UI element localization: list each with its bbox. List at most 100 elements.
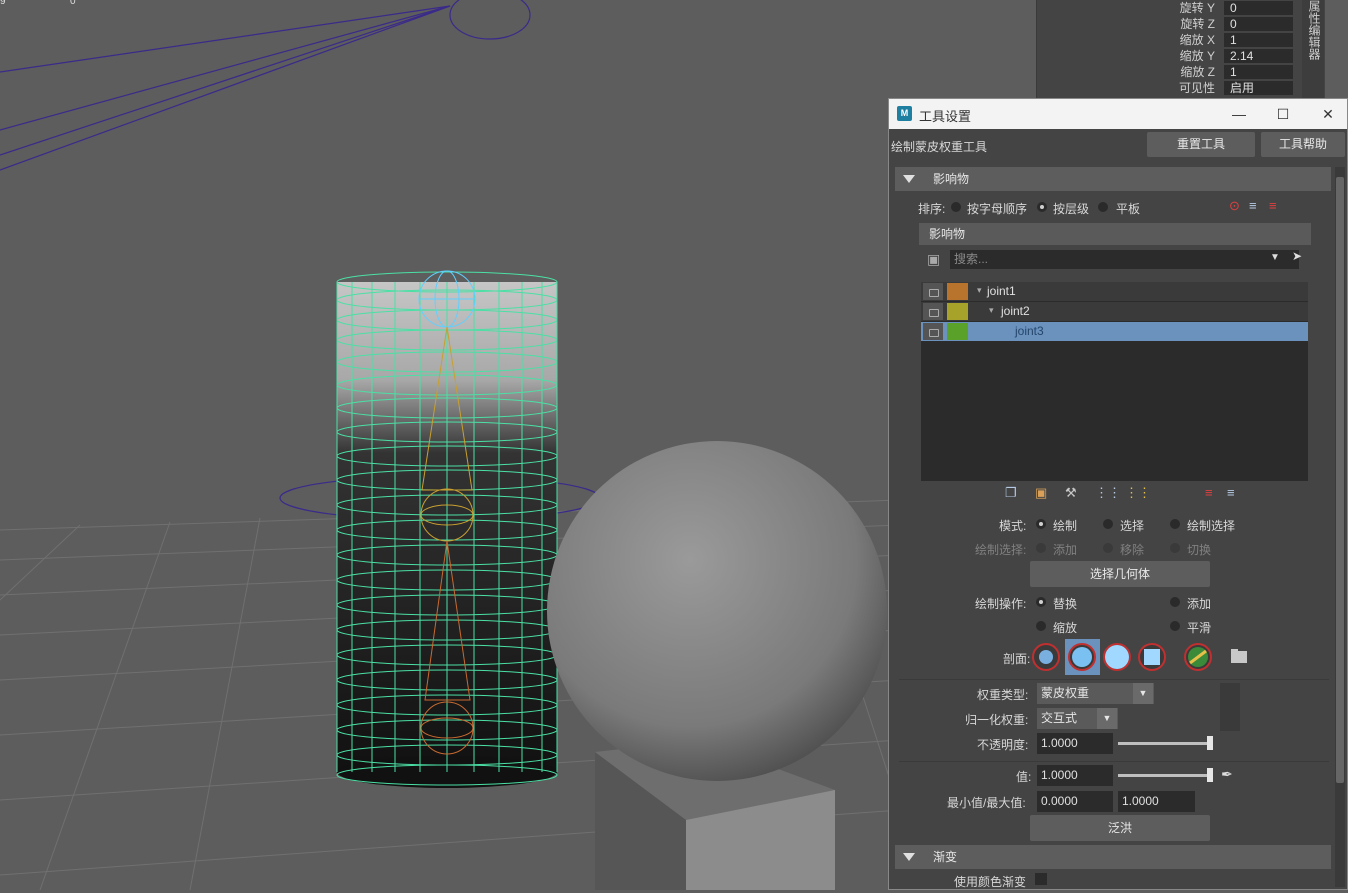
copy-weights-icon[interactable]: ❐ xyxy=(1005,485,1017,501)
attr-value-field[interactable]: 1 xyxy=(1221,33,1293,47)
paint-op-scale-radio[interactable] xyxy=(1036,621,1046,631)
sort-alphabetical-label: 按字母顺序 xyxy=(967,202,1028,216)
expand-triangle-icon[interactable]: ▾ xyxy=(977,285,982,296)
opacity-input[interactable]: 1.0000 xyxy=(1037,733,1113,754)
mode-paint-select-label: 绘制选择 xyxy=(1187,519,1236,533)
normalize-weights-dropdown[interactable]: 交互式 ▼ xyxy=(1037,708,1118,729)
attr-value-field[interactable]: 启用 xyxy=(1221,81,1293,95)
attr-value-field[interactable]: 2.14 xyxy=(1221,49,1293,63)
sort-hierarchy-radio[interactable] xyxy=(1037,202,1047,212)
select-geometry-button[interactable]: 选择几何体 xyxy=(1030,561,1210,587)
pin-icon[interactable]: ➤ xyxy=(1292,249,1302,263)
list-item[interactable]: ▾ joint1 xyxy=(921,282,1308,301)
reset-tool-button[interactable]: 重置工具 xyxy=(1147,132,1255,157)
influences-list-header: 影响物 xyxy=(919,223,1311,245)
influence-color-swatch[interactable] xyxy=(947,303,968,320)
mode-paint-radio[interactable] xyxy=(1036,519,1046,529)
sort-flat-radio[interactable] xyxy=(1098,202,1108,212)
paint-op-replace-radio[interactable] xyxy=(1036,597,1046,607)
value-slider-handle[interactable] xyxy=(1207,768,1213,782)
influence-name: joint3 xyxy=(1015,324,1044,338)
paint-op-replace-label: 替换 xyxy=(1053,597,1078,611)
soft-brush-icon xyxy=(1068,643,1096,671)
gradient-section-header[interactable]: 渐变 xyxy=(895,845,1331,869)
min-max-label: 最小值/最大值: xyxy=(947,796,1026,810)
attr-scale-y[interactable]: 缩放 Y 2.14 xyxy=(1037,48,1325,64)
max-value-input[interactable]: 1.0000 xyxy=(1118,791,1195,812)
move-weights-icon[interactable]: ⋮⋮ xyxy=(1095,485,1121,501)
influence-color-swatch[interactable] xyxy=(947,283,968,300)
minimize-icon[interactable]: — xyxy=(1219,103,1259,125)
use-color-ramp-label: 使用颜色渐变 xyxy=(954,875,1027,889)
window-scrollbar[interactable] xyxy=(1335,167,1345,887)
tool-help-button[interactable]: 工具帮助 xyxy=(1261,132,1345,157)
window-title: 工具设置 xyxy=(919,109,972,124)
influence-color-swatch[interactable] xyxy=(947,323,968,340)
lock-icon[interactable] xyxy=(923,283,943,300)
image-brush-icon xyxy=(1184,643,1212,671)
attr-scale-x[interactable]: 缩放 X 1 xyxy=(1037,32,1325,48)
value-label: 值: xyxy=(1016,770,1032,784)
tool-header-row: 绘制蒙皮权重工具 重置工具 工具帮助 xyxy=(889,129,1347,161)
maximize-icon[interactable]: ☐ xyxy=(1263,103,1303,125)
influence-search-input[interactable]: 搜索... xyxy=(950,250,1299,269)
close-icon[interactable]: ✕ xyxy=(1308,103,1348,125)
attr-value-field[interactable]: 1 xyxy=(1221,65,1293,79)
paint-op-add-label: 添加 xyxy=(1187,597,1212,611)
chevron-down-icon[interactable]: ▼ xyxy=(1133,683,1153,704)
weight-type-side-panel xyxy=(1220,683,1240,731)
window-titlebar[interactable]: M 工具设置 — ☐ ✕ xyxy=(889,99,1347,129)
chevron-down-icon[interactable]: ▼ xyxy=(1270,252,1280,263)
influences-section-header[interactable]: 影响物 xyxy=(895,167,1331,191)
attr-rotate-z[interactable]: 旋转 Z 0 xyxy=(1037,16,1325,32)
skinned-cylinder xyxy=(336,270,558,788)
value-slider[interactable] xyxy=(1118,774,1210,777)
divider xyxy=(899,761,1329,762)
attr-visibility[interactable]: 可见性 启用 xyxy=(1037,80,1325,96)
lock-icon[interactable] xyxy=(923,323,943,340)
attr-label: 缩放 X xyxy=(1179,33,1215,47)
list-item[interactable]: ▾ joint2 xyxy=(921,302,1308,321)
sphere-object xyxy=(547,441,887,781)
attr-label: 旋转 Z xyxy=(1180,17,1215,31)
attr-value-field[interactable]: 0 xyxy=(1221,1,1293,15)
value-input[interactable]: 1.0000 xyxy=(1037,765,1113,786)
paint-select-add-label: 添加 xyxy=(1053,543,1078,557)
mode-select-radio[interactable] xyxy=(1103,519,1113,529)
magnet-icon[interactable]: ⊙ xyxy=(1229,198,1240,214)
list-item-selected[interactable]: joint3 xyxy=(921,322,1308,341)
influence-list[interactable]: ▾ joint1 ▾ joint2 joint3 xyxy=(921,282,1308,481)
attr-value-field[interactable]: 0 xyxy=(1221,17,1293,31)
expand-triangle-icon[interactable]: ▾ xyxy=(989,305,994,316)
show-influences-icon[interactable]: ⋮⋮ xyxy=(1125,485,1151,501)
flood-button[interactable]: 泛洪 xyxy=(1030,815,1210,841)
paint-op-add-radio[interactable] xyxy=(1170,597,1180,607)
min-value-input[interactable]: 0.0000 xyxy=(1037,791,1113,812)
scrollbar-thumb[interactable] xyxy=(1336,177,1344,783)
tree-list-icon[interactable]: ≡ xyxy=(1227,485,1235,500)
use-color-ramp-checkbox[interactable] xyxy=(1035,873,1047,885)
influence-action-icons: ❐ ▣ ⚒ ⋮⋮ ⋮⋮ ≡ ≡ xyxy=(1005,485,1255,501)
opacity-slider[interactable] xyxy=(1118,742,1210,745)
folder-icon xyxy=(1231,649,1247,663)
opacity-slider-handle[interactable] xyxy=(1207,736,1213,750)
list-view-icon[interactable]: ≡ xyxy=(1249,198,1257,213)
sort-list-icon[interactable]: ≡ xyxy=(1205,485,1213,500)
profile-brush-icons xyxy=(1032,639,1247,675)
sort-alphabetical-radio[interactable] xyxy=(951,202,961,212)
lock-icon[interactable] xyxy=(923,303,943,320)
attr-rotate-y[interactable]: 旋转 Y 0 xyxy=(1037,0,1325,16)
mode-paint-select-radio[interactable] xyxy=(1170,519,1180,529)
weight-hammer-icon[interactable]: ⚒ xyxy=(1065,485,1077,501)
tool-name: 绘制蒙皮权重工具 xyxy=(891,140,988,154)
attr-scale-z[interactable]: 缩放 Z 1 xyxy=(1037,64,1325,80)
viewport-readout-a: 9 xyxy=(0,0,6,7)
select-region-icon[interactable]: ▣ xyxy=(927,251,940,268)
weight-type-dropdown[interactable]: 蒙皮权重 ▼ xyxy=(1037,683,1154,704)
paint-op-smooth-radio[interactable] xyxy=(1170,621,1180,631)
paste-weights-icon[interactable]: ▣ xyxy=(1035,485,1047,501)
hierarchy-view-icon[interactable]: ≡ xyxy=(1269,198,1277,213)
chevron-down-icon[interactable]: ▼ xyxy=(1097,708,1117,729)
eyedropper-icon[interactable]: ✒ xyxy=(1221,766,1233,783)
paint-select-remove-radio xyxy=(1103,543,1113,553)
